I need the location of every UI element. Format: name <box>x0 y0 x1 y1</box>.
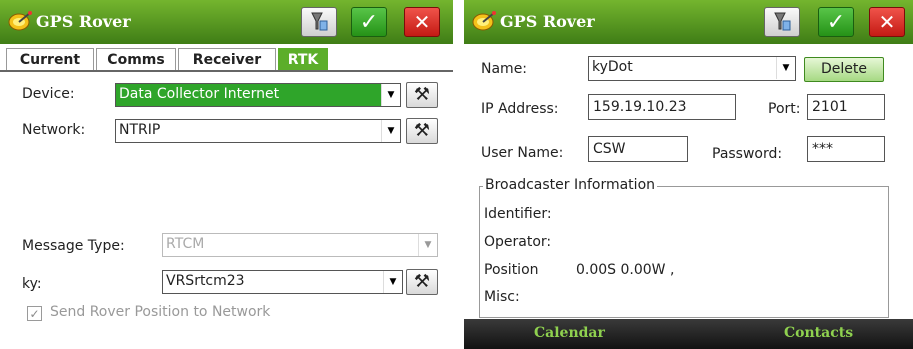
position-label: Position <box>484 262 539 278</box>
password-field[interactable]: *** <box>807 136 885 162</box>
ip-address-field[interactable]: 159.19.10.23 <box>588 94 736 120</box>
gps-rover-ntrip-panel: GPS Rover ✓ ✕ Name: kyDot ▼ Delete IP Ad… <box>464 0 913 349</box>
title-bar: GPS Rover ✓ ✕ <box>0 0 453 44</box>
name-label: Name: <box>481 61 528 77</box>
window-title: GPS Rover <box>36 12 131 31</box>
satellite-dish-icon <box>8 11 32 31</box>
chevron-down-icon: ▼ <box>776 57 795 79</box>
device-button[interactable] <box>764 7 800 37</box>
ky-label: ky: <box>22 276 42 292</box>
misc-label: Misc: <box>484 289 520 305</box>
user-name-field[interactable]: CSW <box>588 136 688 162</box>
tools-icon: ⚒ <box>413 84 431 105</box>
chevron-down-icon: ▼ <box>383 271 402 293</box>
send-position-checkbox[interactable]: ✓ <box>27 306 42 321</box>
ky-value: VRSrtcm23 <box>166 273 245 289</box>
user-name-label: User Name: <box>481 145 564 161</box>
tab-rtk[interactable]: RTK <box>278 48 328 70</box>
device-select[interactable]: Data Collector Internet ▼ <box>115 83 401 107</box>
device-icon <box>311 12 328 31</box>
device-icon <box>774 12 791 31</box>
name-select[interactable]: kyDot ▼ <box>588 56 796 81</box>
calendar-softkey[interactable]: Calendar <box>534 325 605 341</box>
port-label: Port: <box>768 101 801 117</box>
port-field[interactable]: 2101 <box>807 94 885 120</box>
delete-button[interactable]: Delete <box>804 57 884 82</box>
ok-button[interactable]: ✓ <box>818 7 854 37</box>
device-button[interactable] <box>301 7 337 37</box>
message-type-select: RTCM ▼ <box>162 233 438 257</box>
ok-button[interactable]: ✓ <box>351 7 387 37</box>
broadcaster-info-legend: Broadcaster Information <box>483 177 658 193</box>
close-button[interactable]: ✕ <box>404 7 440 37</box>
ip-address-label: IP Address: <box>481 101 559 117</box>
identifier-label: Identifier: <box>484 206 552 222</box>
device-label: Device: <box>22 86 75 102</box>
satellite-dish-icon <box>472 11 496 31</box>
gps-rover-rtk-panel: GPS Rover ✓ ✕ Current Comms Receiver RTK… <box>0 0 453 349</box>
ky-select[interactable]: VRSrtcm23 ▼ <box>162 270 403 294</box>
position-value: 0.00S 0.00W , <box>576 262 675 278</box>
message-type-label: Message Type: <box>22 238 125 254</box>
network-select[interactable]: NTRIP ▼ <box>115 119 401 143</box>
tools-icon: ⚒ <box>413 120 431 141</box>
chevron-down-icon: ▼ <box>381 84 400 106</box>
tools-icon: ⚒ <box>413 271 431 292</box>
tab-comms[interactable]: Comms <box>96 48 176 70</box>
message-type-value: RTCM <box>166 236 205 252</box>
device-config-button[interactable]: ⚒ <box>406 82 438 108</box>
checkmark-icon: ✓ <box>359 9 379 35</box>
operator-label: Operator: <box>484 234 552 250</box>
network-config-button[interactable]: ⚒ <box>406 118 438 144</box>
password-label: Password: <box>712 146 783 162</box>
tab-receiver[interactable]: Receiver <box>178 48 276 70</box>
tab-divider <box>0 70 453 72</box>
device-value: Data Collector Internet <box>119 86 280 102</box>
title-bar: GPS Rover ✓ ✕ <box>464 0 913 44</box>
softkey-bar: Calendar Contacts <box>464 319 913 349</box>
network-label: Network: <box>22 122 86 138</box>
network-value: NTRIP <box>119 122 161 138</box>
checkmark-icon: ✓ <box>826 9 846 35</box>
chevron-down-icon: ▼ <box>381 120 400 142</box>
ky-config-button[interactable]: ⚒ <box>406 269 438 295</box>
chevron-down-icon: ▼ <box>418 234 437 256</box>
tab-current[interactable]: Current <box>6 48 94 70</box>
close-icon: ✕ <box>878 10 896 34</box>
close-button[interactable]: ✕ <box>869 7 905 37</box>
contacts-softkey[interactable]: Contacts <box>784 325 853 341</box>
window-title: GPS Rover <box>500 12 595 31</box>
name-value: kyDot <box>592 59 633 75</box>
send-position-label: Send Rover Position to Network <box>50 304 271 320</box>
close-icon: ✕ <box>413 10 431 34</box>
